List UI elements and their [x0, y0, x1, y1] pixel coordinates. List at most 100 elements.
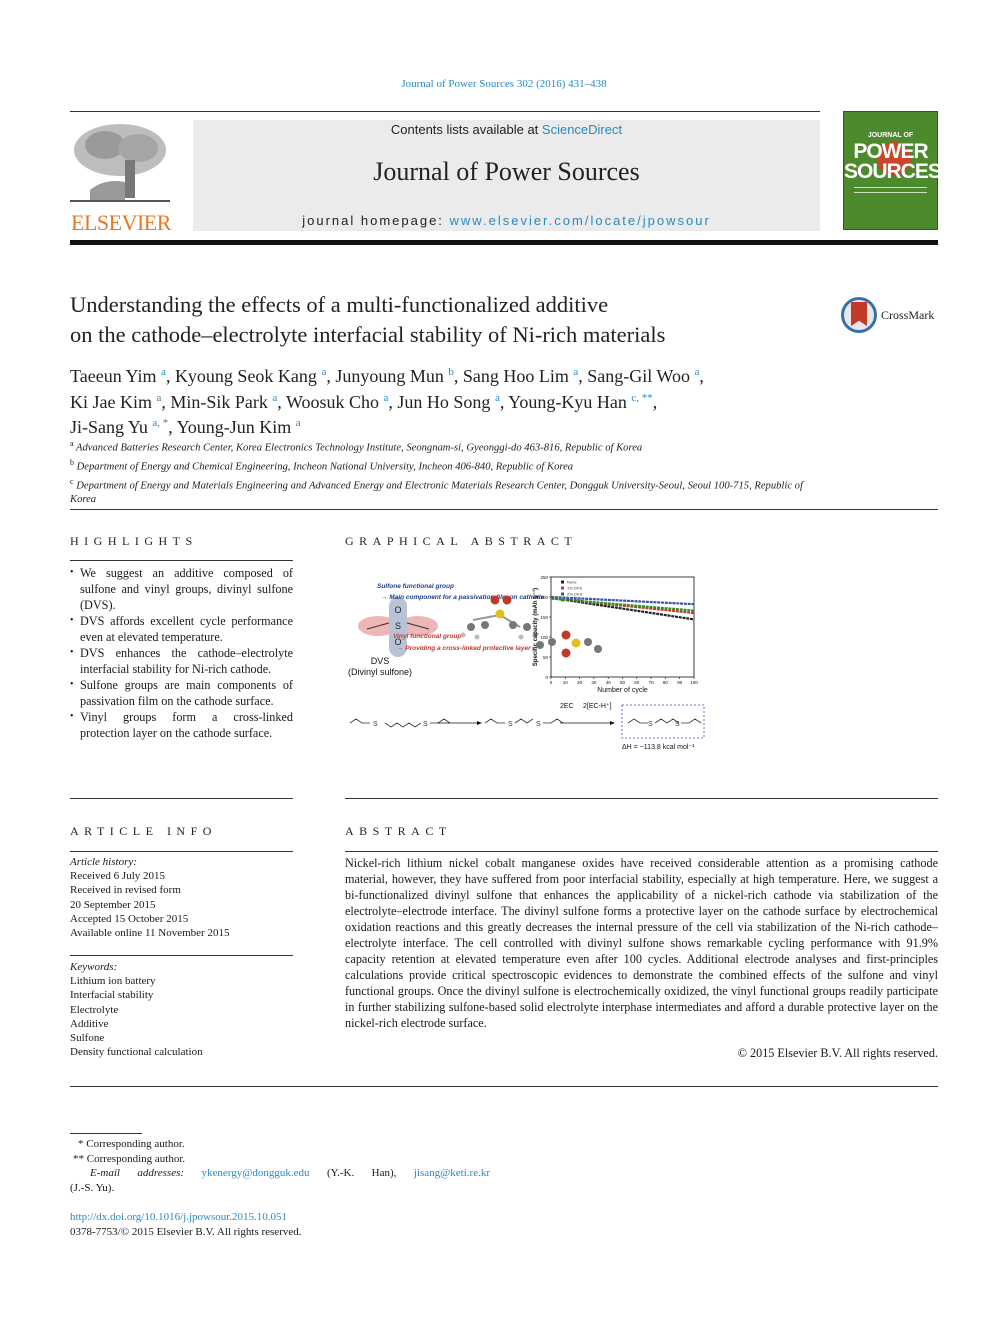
crossmark-button[interactable]: CrossMark: [841, 297, 941, 333]
author-affiliation-marker[interactable]: a: [296, 417, 301, 429]
svg-text:S: S: [648, 721, 653, 728]
author-separator: ,: [652, 391, 658, 412]
dvs-abbreviation: DVS: [371, 656, 390, 666]
author-name[interactable]: Junyoung Mun: [335, 366, 444, 386]
history-label: Article history:: [70, 856, 137, 868]
svg-text:S: S: [536, 721, 541, 728]
affiliation-text: Advanced Batteries Research Center, Kore…: [76, 442, 643, 454]
x-tick-label: 50: [620, 680, 626, 685]
keyword-items: Lithium ion battery Interfacial stability…: [70, 974, 293, 1059]
keyword-item[interactable]: Additive: [70, 1017, 293, 1031]
highlight-item: Sulfone groups are main components of pa…: [70, 677, 293, 709]
author-name[interactable]: Young-Kyu Han: [508, 392, 627, 412]
journal-title: Journal of Power Sources: [373, 157, 640, 186]
highlight-item: DVS enhances the cathode–electrolyte int…: [70, 645, 293, 677]
sulfone-label: Sulfone functional group: [377, 583, 454, 590]
keyword-item[interactable]: Density functional calculation: [70, 1045, 293, 1059]
author-separator: ,: [277, 391, 286, 412]
keyword-item[interactable]: Electrolyte: [70, 1003, 293, 1017]
inset-atom: [561, 630, 571, 640]
legend-label: 1% DVS: [567, 586, 582, 591]
x-tick-label: 40: [606, 680, 612, 685]
reaction-arrow-1-head: [477, 721, 482, 725]
author-name[interactable]: Jun Ho Song: [397, 392, 490, 412]
x-tick-label: 100: [690, 680, 698, 685]
affiliation-item: a Advanced Batteries Research Center, Ko…: [70, 437, 830, 456]
author-name[interactable]: Young-Jun Kim: [177, 417, 292, 437]
highlight-item: Vinyl groups form a cross-linked protect…: [70, 709, 293, 741]
vinyl-label: Vinyl functional group: [393, 633, 461, 640]
contents-available-text: Contents lists available at ScienceDirec…: [390, 122, 623, 137]
author-name[interactable]: Taeeun Yim: [70, 366, 157, 386]
history-items: Received 6 July 2015 Received in revised …: [70, 869, 293, 940]
x-tick-label: 90: [677, 680, 683, 685]
author-name[interactable]: Woosuk Cho: [286, 392, 379, 412]
journal-masthead: Contents lists available at ScienceDirec…: [193, 120, 820, 231]
affiliation-item: c Department of Energy and Materials Eng…: [70, 475, 830, 508]
keyword-item[interactable]: Sulfone: [70, 1031, 293, 1045]
dvs-full-name: (Divinyl sulfone): [348, 667, 412, 677]
x-axis-label: Number of cycle: [597, 687, 648, 694]
elsevier-logo[interactable]: ELSEVIER: [70, 120, 172, 235]
article-info-rule: [70, 851, 293, 852]
article-history: Article history: Received 6 July 2015 Rec…: [70, 855, 293, 940]
author-name[interactable]: Ki Jae Kim: [70, 392, 152, 412]
product-ec-h: 2[EC-H⁺]: [583, 703, 612, 710]
elsevier-tree-icon: [70, 120, 170, 205]
y-tick-label: 150: [540, 615, 548, 620]
author-separator: ,: [499, 391, 509, 412]
affiliation-list: a Advanced Batteries Research Center, Ko…: [70, 437, 830, 508]
author-list: Taeeun Yim a, Kyoung Seok Kang a, Junyou…: [70, 362, 830, 439]
history-item: 20 September 2015: [70, 898, 156, 911]
journal-cover-image[interactable]: JOURNAL OF POWER SOURCES: [843, 111, 942, 230]
doi-link[interactable]: http://dx.doi.org/10.1016/j.jpowsour.201…: [70, 1211, 287, 1223]
legend-label: 2% DVS: [567, 592, 582, 597]
author-separator: ,: [165, 366, 175, 386]
keywords-label: Keywords:: [70, 961, 118, 973]
dvs-ball-model: [460, 595, 538, 640]
cycle-capacity-chart: 0 50 100 150 200 250 0 10 20 30 40 50 60 70 80 90 100 Num…: [532, 575, 698, 694]
author-affiliation-marker[interactable]: a, *: [152, 417, 168, 429]
legend-marker: [561, 580, 564, 584]
email-link-han[interactable]: ykenergy@dongguk.edu: [201, 1167, 309, 1179]
article-info-rule: [70, 955, 293, 956]
journal-citation-link[interactable]: Journal of Power Sources 302 (2016) 431–…: [0, 78, 992, 90]
section-rule: [70, 509, 938, 510]
inset-atom: [561, 648, 571, 658]
author-separator: ,: [699, 366, 704, 386]
keyword-item[interactable]: Interfacial stability: [70, 988, 293, 1002]
author-name[interactable]: Sang Hoo Lim: [463, 366, 569, 386]
author-name[interactable]: Sang-Gil Woo: [587, 366, 690, 386]
abstract-text: Nickel-rich lithium nickel cobalt mangan…: [345, 856, 938, 1030]
author-name[interactable]: Kyoung Seok Kang: [175, 366, 317, 386]
vinyl-description: → Providing a cross-linked protective la…: [397, 645, 531, 652]
x-tick-label: 70: [649, 680, 655, 685]
highlights-rule: [70, 798, 293, 799]
svg-text:S: S: [373, 721, 378, 728]
y-axis-label: Specific capacity (mAh g⁻¹): [532, 588, 539, 666]
legend-label: None: [567, 580, 577, 585]
affiliation-item: b Department of Energy and Chemical Engi…: [70, 456, 830, 475]
email-link-yu[interactable]: jisang@keti.re.kr: [414, 1167, 490, 1179]
enthalpy-label: ΔH = −113.8 kcal mol⁻¹: [622, 744, 695, 751]
author-name[interactable]: Ji-Sang Yu: [70, 417, 148, 437]
keyword-item[interactable]: Lithium ion battery: [70, 974, 293, 988]
inset-atom: [548, 638, 556, 646]
sciencedirect-link[interactable]: ScienceDirect: [542, 122, 622, 137]
inset-atom: [594, 645, 602, 653]
journal-homepage-link[interactable]: www.elsevier.com/locate/jpowsour: [450, 213, 711, 228]
affiliation-text: Department of Energy and Materials Engin…: [70, 480, 803, 506]
cover-subtitle-line: [854, 187, 927, 188]
author-affiliation-marker[interactable]: c, **: [631, 392, 652, 404]
history-item: Available online 11 November 2015: [70, 927, 230, 940]
inset-atom: [584, 638, 592, 646]
author-name[interactable]: Min-Sik Park: [170, 392, 268, 412]
elsevier-wordmark: ELSEVIER: [71, 210, 171, 235]
highlight-item: DVS affords excellent cycle performance …: [70, 613, 293, 645]
crossmark-label: CrossMark: [881, 308, 935, 322]
cover-line1: JOURNAL OF: [867, 132, 914, 139]
header-rule: [70, 111, 820, 112]
sulfone-description: → Main component for a passivation film …: [381, 594, 545, 601]
reagent-ec: 2EC: [560, 703, 574, 710]
graphical-abstract-figure[interactable]: O S O Sulfone functional group → Main co…: [345, 565, 720, 760]
